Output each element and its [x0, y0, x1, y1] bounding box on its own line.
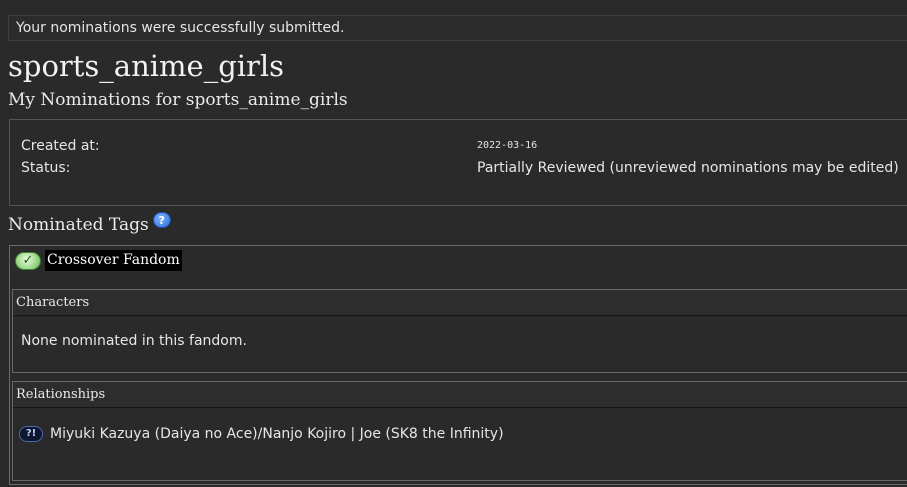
relationships-group: Relationships ?! Miyuki Kazuya (Daiya no…: [12, 381, 907, 481]
relationships-body: ?! Miyuki Kazuya (Daiya no Ace)/Nanjo Ko…: [13, 408, 907, 478]
characters-body: None nominated in this fandom.: [13, 316, 907, 371]
flash-message: Your nominations were successfully submi…: [16, 20, 345, 36]
list-item: ?! Miyuki Kazuya (Daiya no Ace)/Nanjo Ko…: [19, 426, 504, 442]
fandom-header: ✓ Crossover Fandom: [15, 250, 182, 271]
characters-empty-text: None nominated in this fandom.: [21, 333, 247, 349]
characters-heading: Characters: [13, 290, 907, 316]
nominated-tags-heading: Nominated Tags ?: [8, 212, 171, 237]
nominated-tags-title: Nominated Tags: [8, 215, 149, 235]
flash-notice: Your nominations were successfully submi…: [8, 15, 907, 41]
help-icon[interactable]: ?: [152, 212, 171, 228]
created-label: Created at:: [21, 138, 100, 154]
nomination-meta-box: Created at: 2022-03-16 Status: Partially…: [9, 119, 907, 206]
unreviewed-icon: ?!: [19, 426, 43, 442]
status-value: Partially Reviewed (unreviewed nominatio…: [477, 160, 899, 176]
page-subtitle: My Nominations for sports_anime_girls: [8, 90, 348, 110]
relationships-heading: Relationships: [13, 382, 907, 408]
characters-group: Characters None nominated in this fandom…: [12, 289, 907, 373]
page-title: sports_anime_girls: [8, 49, 285, 83]
fandom-name: Crossover Fandom: [45, 250, 182, 271]
status-label: Status:: [21, 160, 71, 176]
fandom-nomination: ✓ Crossover Fandom Characters None nomin…: [9, 245, 907, 485]
created-value: 2022-03-16: [477, 140, 538, 151]
relationship-name: Miyuki Kazuya (Daiya no Ace)/Nanjo Kojir…: [50, 426, 504, 442]
check-icon: ✓: [15, 251, 41, 270]
